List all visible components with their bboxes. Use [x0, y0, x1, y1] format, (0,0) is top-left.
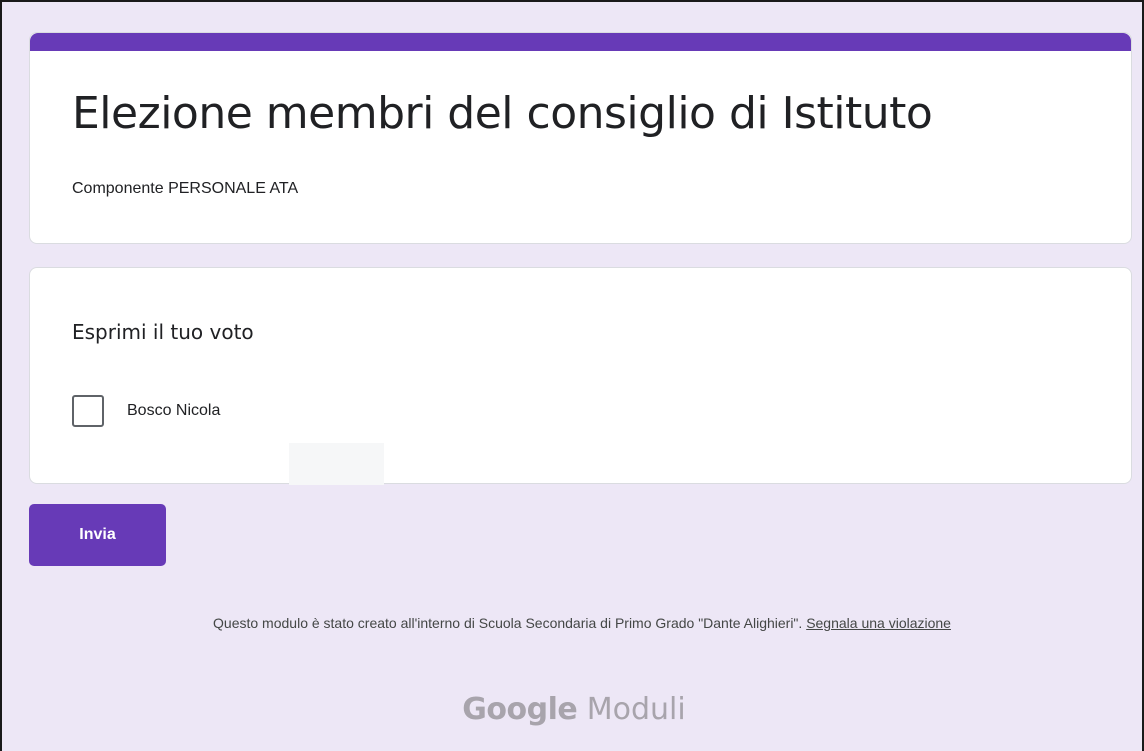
question-title: Esprimi il tuo voto: [72, 320, 254, 344]
option-label: Bosco Nicola: [127, 402, 221, 419]
brand-product: Moduli: [586, 692, 686, 727]
footer-note: Questo modulo è stato creato all'interno…: [82, 613, 1082, 633]
checkbox-option-bosco-nicola[interactable]: Bosco Nicola: [72, 395, 220, 427]
header-accent-bar: [30, 33, 1131, 51]
checkbox[interactable]: [72, 395, 104, 427]
question-card: Esprimi il tuo voto Bosco Nicola: [29, 267, 1132, 485]
brand-google: Google: [462, 692, 578, 727]
form-title: Elezione membri del consiglio di Istitut…: [72, 88, 933, 139]
form-header-card: Elezione membri del consiglio di Istitut…: [29, 32, 1132, 244]
submit-button[interactable]: Invia: [29, 504, 166, 566]
report-abuse-link[interactable]: Segnala una violazione: [806, 615, 951, 631]
footer-note-text: Questo modulo è stato creato all'interno…: [213, 615, 807, 631]
blank-area: [289, 443, 384, 485]
google-forms-logo[interactable]: Google Moduli: [2, 692, 1144, 727]
form-description: Componente PERSONALE ATA: [72, 180, 299, 197]
